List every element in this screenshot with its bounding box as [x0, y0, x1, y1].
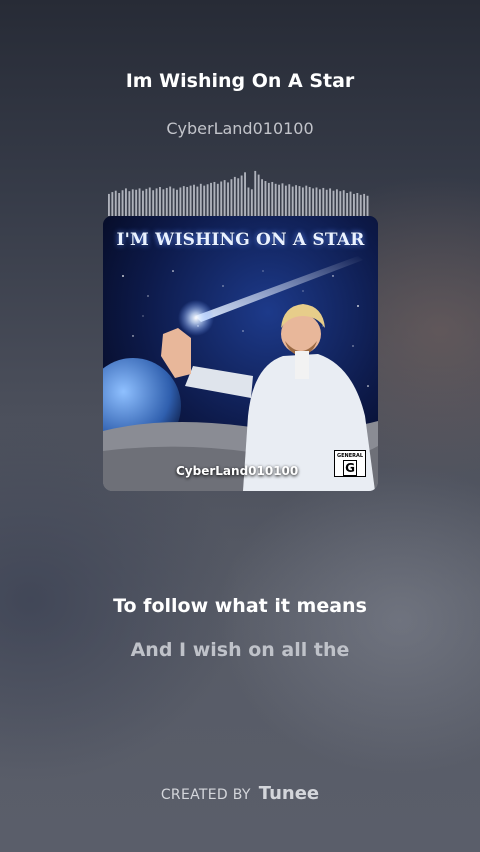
waveform-bar [318, 189, 321, 216]
waveform-bar [288, 184, 291, 216]
waveform-bar [366, 195, 369, 216]
brand-name[interactable]: Tunee [259, 783, 319, 804]
waveform-bar [196, 186, 199, 216]
waveform-bar [298, 186, 301, 216]
waveform-bar [206, 184, 209, 216]
waveform-bar [267, 182, 270, 216]
cover-title-text: I'M WISHING ON A STAR [116, 230, 365, 250]
waveform-bar [261, 179, 263, 216]
waveform-bar [111, 192, 114, 216]
waveform-bar [186, 187, 189, 216]
created-by-footer: CREATED BY Tunee [0, 783, 480, 804]
waveform-bar [359, 194, 362, 216]
waveform-bar [223, 180, 226, 216]
waveform-bar [142, 190, 144, 216]
waveform-bar [233, 176, 236, 216]
album-cover: I'M WISHING ON A STAR CyberLand010100 GE… [103, 216, 378, 491]
waveform-bar [254, 170, 257, 216]
waveform-bar [165, 187, 168, 216]
waveform-bar [125, 188, 127, 216]
waveform-bar [247, 187, 250, 216]
waveform-bar [237, 178, 240, 216]
waveform-bar [342, 190, 345, 216]
waveform-bar [169, 186, 172, 216]
waveform-bar [210, 182, 212, 216]
waveform-bar [240, 175, 243, 216]
waveform-bar [244, 172, 246, 216]
waveform-bar [162, 189, 165, 216]
waveform-bar [363, 193, 366, 216]
shooting-star-glow [178, 300, 214, 336]
waveform-bar [118, 193, 121, 216]
waveform-bar [346, 193, 349, 216]
lyric-next-line: And I wish on all the [130, 639, 350, 661]
waveform-bar [301, 187, 304, 216]
waveform-bar [179, 187, 182, 216]
lyric-current-line: To follow what it means [113, 595, 367, 617]
waveform-bar [284, 185, 287, 216]
waveform-bar [152, 190, 155, 216]
waveform-bar [108, 193, 110, 216]
waveform-bar [193, 184, 195, 216]
waveform-bar [216, 183, 219, 216]
waveform-bar [325, 189, 328, 216]
waveform-bar [189, 185, 192, 216]
waveform-bar [274, 183, 277, 216]
waveform-bar [264, 181, 267, 216]
waveform-bar [278, 184, 280, 216]
rating-letter: G [343, 460, 357, 476]
created-by-label: CREATED BY [160, 787, 251, 803]
waveform-bar [199, 183, 202, 216]
waveform-bar [220, 181, 223, 216]
waveform-bar [312, 188, 315, 216]
audio-waveform [108, 170, 369, 216]
waveform-bar [257, 174, 260, 216]
waveform-bar [250, 189, 253, 216]
waveform-bar [291, 186, 294, 216]
waveform-bar [138, 188, 141, 216]
waveform-bar [172, 188, 175, 216]
waveform-bar [230, 179, 233, 216]
waveform-bar [121, 190, 124, 216]
waveform-bar [159, 187, 161, 216]
artist-name[interactable]: CyberLand010100 [0, 119, 480, 138]
waveform-bar [155, 188, 158, 216]
waveform-bar [128, 191, 131, 216]
waveform-bar [182, 186, 185, 216]
waveform-bar [352, 193, 355, 216]
song-title: Im Wishing On A Star [125, 70, 355, 92]
waveform-bar [227, 182, 229, 216]
waveform-bar [135, 189, 138, 216]
waveform-bar [349, 191, 352, 216]
waveform-bar [305, 185, 308, 216]
waveform-bar [203, 185, 206, 216]
waveform-bar [356, 193, 359, 216]
waveform-bar [315, 187, 318, 216]
cover-artist-text: CyberLand010100 [176, 464, 299, 478]
waveform-bar [271, 181, 274, 216]
waveform-bar [145, 188, 148, 216]
waveform-bar [308, 187, 311, 216]
waveform-bar [176, 189, 178, 216]
waveform-bar [329, 188, 332, 216]
waveform-bar [322, 187, 325, 216]
waveform-bar [148, 187, 151, 216]
waveform-bar [114, 190, 117, 216]
waveform-bar [295, 185, 298, 216]
waveform-bar [213, 181, 216, 216]
waveform-bar [335, 189, 338, 216]
waveform-bar [131, 189, 134, 216]
waveform-bar [332, 190, 335, 216]
waveform-bar [281, 183, 284, 216]
rating-label: GENERAL [336, 453, 364, 459]
waveform-bar [339, 191, 342, 216]
rating-badge: GENERAL G [334, 450, 366, 477]
